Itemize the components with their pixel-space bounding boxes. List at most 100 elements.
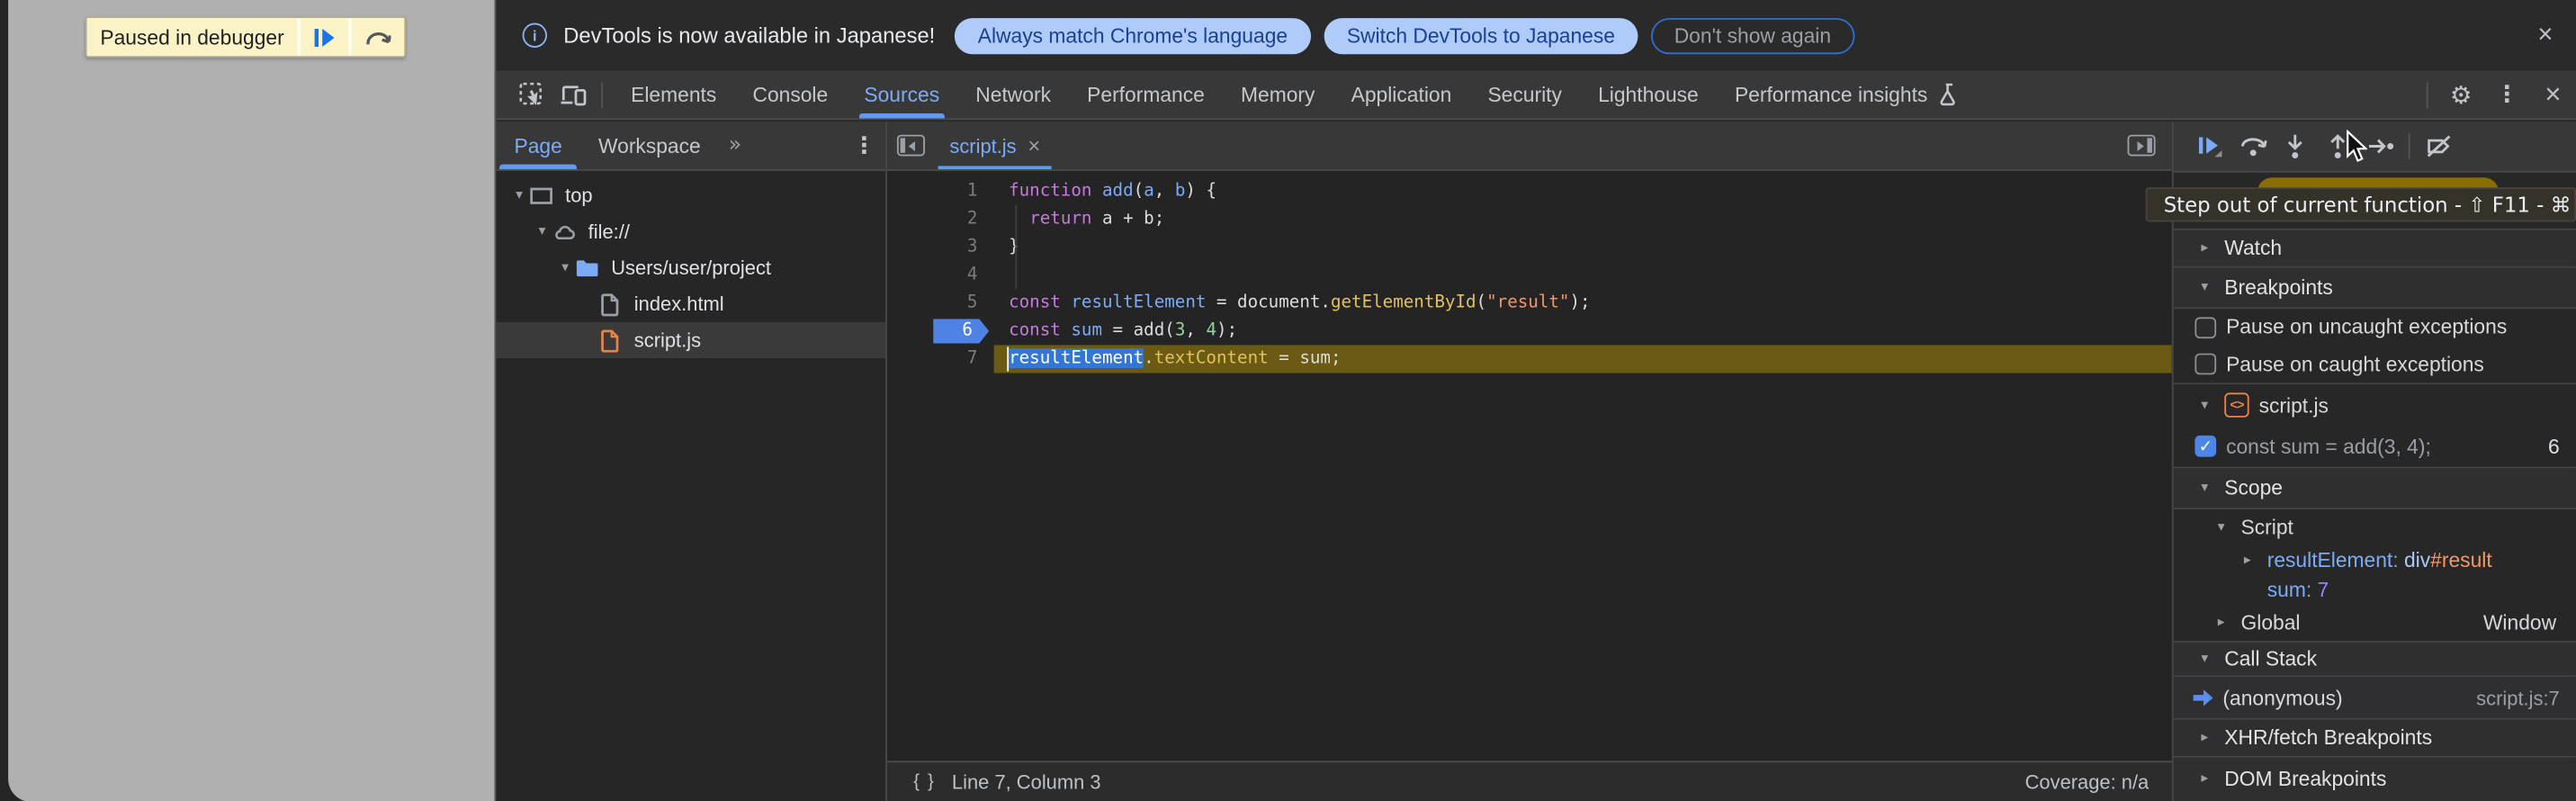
- match-language-button[interactable]: Always match Chrome's language: [955, 17, 1310, 53]
- code-line[interactable]: const sum = add(3, 4);: [994, 317, 2172, 345]
- breakpoint-badge[interactable]: 6: [933, 319, 989, 343]
- more-options-button[interactable]: ⋮: [2484, 71, 2530, 119]
- code-token: .: [1144, 348, 1154, 368]
- step-into-button[interactable]: [2274, 126, 2316, 166]
- more-tabs-icon[interactable]: »: [719, 133, 751, 158]
- tab-label: Performance insights: [1735, 83, 1927, 106]
- code-line[interactable]: [994, 261, 2172, 289]
- deactivate-breakpoints-button[interactable]: [2417, 126, 2459, 166]
- section-dom-breakpoints[interactable]: ▸ DOM Breakpoints: [2174, 757, 2576, 801]
- execution-line[interactable]: resultElement.textContent = sum;: [994, 345, 2172, 373]
- editor-tabstrip: script.js ×: [887, 122, 2172, 171]
- tab-workspace[interactable]: Workspace: [580, 122, 719, 169]
- scope-global-row[interactable]: ▸ Global Window: [2174, 604, 2576, 642]
- pause-uncaught-row[interactable]: Pause on uncaught exceptions: [2174, 309, 2576, 346]
- chevron-down-icon: ▾: [2195, 279, 2214, 295]
- code-token: const: [1009, 292, 1061, 312]
- frame-location: script.js:7: [2476, 687, 2560, 710]
- dont-show-again-button[interactable]: Don't show again: [1651, 17, 1854, 53]
- code-area[interactable]: 1234567 function add(a, b) { return a + …: [887, 173, 2172, 760]
- line-number[interactable]: 1: [887, 177, 994, 205]
- pause-caught-row[interactable]: Pause on caught exceptions: [2174, 346, 2576, 382]
- tab-sources[interactable]: Sources: [846, 71, 957, 119]
- tab-elements[interactable]: Elements: [613, 71, 734, 119]
- chevron-down-icon[interactable]: ▾: [533, 223, 552, 239]
- tab-application[interactable]: Application: [1333, 71, 1470, 119]
- call-stack-frame[interactable]: (anonymous) script.js:7: [2174, 678, 2576, 720]
- pause-uncaught-checkbox[interactable]: [2195, 317, 2216, 338]
- switch-japanese-button[interactable]: Switch DevTools to Japanese: [1324, 17, 1638, 53]
- scope-var-resultelement[interactable]: ▸ resultElement: div#result: [2174, 544, 2576, 574]
- tree-item-label: top: [565, 184, 592, 207]
- tab-performance[interactable]: Performance: [1069, 71, 1223, 119]
- infobar-close-icon[interactable]: ×: [2537, 22, 2553, 49]
- code-token: [1061, 292, 1072, 312]
- tree-item-top[interactable]: ▾ top: [496, 177, 885, 213]
- chevron-right-icon: ▸: [2195, 730, 2214, 746]
- editor-tab-scriptjs[interactable]: script.js ×: [935, 122, 1055, 169]
- tab-security[interactable]: Security: [1469, 71, 1580, 119]
- text-caret: [1007, 346, 1009, 371]
- device-toolbar-icon: [561, 83, 587, 106]
- exception-options: Pause on uncaught exceptions Pause on ca…: [2174, 309, 2576, 384]
- scope-var-sum[interactable]: sum: 7: [2174, 574, 2576, 604]
- code-lines[interactable]: function add(a, b) { return a + b;} const…: [994, 177, 2172, 373]
- tree-item-script-js[interactable]: script.js: [496, 322, 885, 358]
- tab-page[interactable]: Page: [496, 122, 579, 169]
- step-over-button[interactable]: [2231, 126, 2274, 166]
- indent-guide: [1015, 205, 1017, 233]
- resume-script-button[interactable]: [301, 18, 348, 56]
- resume-button[interactable]: [2188, 126, 2230, 166]
- close-devtools-button[interactable]: ×: [2530, 71, 2576, 119]
- collapse-sidebar-icon[interactable]: [897, 135, 925, 157]
- breakpoint-entry-row[interactable]: ✓ const sum = add(3, 4); 6: [2174, 427, 2576, 466]
- chevron-down-icon[interactable]: ▾: [509, 187, 529, 203]
- code-token: function: [1009, 181, 1091, 201]
- line-number[interactable]: 5: [887, 289, 994, 317]
- close-tab-icon[interactable]: ×: [1028, 133, 1040, 158]
- section-xhr-breakpoints[interactable]: ▸ XHR/fetch Breakpoints: [2174, 720, 2576, 758]
- navigator-more-options-button[interactable]: ⋮: [843, 122, 885, 169]
- chevron-right-icon: ▸: [2212, 614, 2231, 630]
- breakpoint-list: ▾ <> script.js ✓ const sum = add(3, 4); …: [2174, 384, 2576, 468]
- tab-lighthouse[interactable]: Lighthouse: [1580, 71, 1717, 119]
- code-line[interactable]: const resultElement = document.getElemen…: [994, 289, 2172, 317]
- scope-script-row[interactable]: ▾ Script: [2174, 508, 2576, 544]
- breakpoint-checkbox[interactable]: ✓: [2195, 436, 2216, 457]
- tab-performance-insights[interactable]: Performance insights: [1717, 71, 1980, 119]
- inspect-element-button[interactable]: [509, 71, 552, 119]
- tree-item-users-user-project[interactable]: ▾Users/user/project: [496, 250, 885, 286]
- tree-item-label: index.html: [634, 292, 724, 316]
- deactivate-breakpoints-icon: [2424, 133, 2452, 159]
- expand-debugger-sidebar-icon[interactable]: [2128, 135, 2156, 157]
- pretty-print-icon[interactable]: { }: [913, 771, 935, 791]
- kebab-menu-icon: ⋮: [853, 132, 876, 158]
- chevron-down-icon[interactable]: ▾: [555, 259, 575, 275]
- inspect-cursor-icon: [518, 82, 543, 106]
- line-number[interactable]: 2: [887, 205, 994, 233]
- line-number[interactable]: 4: [887, 261, 994, 289]
- breakpoint-line-number[interactable]: 6: [887, 317, 994, 345]
- section-breakpoints[interactable]: ▾ Breakpoints: [2174, 268, 2576, 309]
- tab-memory[interactable]: Memory: [1223, 71, 1333, 119]
- tab-console[interactable]: Console: [734, 71, 846, 119]
- settings-button[interactable]: ⚙: [2438, 71, 2484, 119]
- step-over-banner-button[interactable]: [352, 18, 404, 56]
- tab-network[interactable]: Network: [957, 71, 1069, 119]
- section-call-stack[interactable]: ▾ Call Stack: [2174, 642, 2576, 678]
- line-number-gutter[interactable]: 1234567: [887, 177, 994, 373]
- gear-icon: ⚙: [2450, 80, 2473, 110]
- tree-item-file-[interactable]: ▾file://: [496, 213, 885, 249]
- line-number[interactable]: 7: [887, 345, 994, 373]
- section-scope[interactable]: ▾ Scope: [2174, 468, 2576, 508]
- line-number[interactable]: 3: [887, 233, 994, 261]
- code-token: add: [1102, 181, 1134, 201]
- tree-item-index-html[interactable]: index.html: [496, 286, 885, 322]
- code-line[interactable]: return a + b;: [994, 205, 2172, 233]
- toggle-device-toolbar-button[interactable]: [552, 71, 594, 119]
- section-watch[interactable]: ▸ Watch: [2174, 229, 2576, 267]
- pause-caught-checkbox[interactable]: [2195, 354, 2216, 375]
- code-line[interactable]: }: [994, 233, 2172, 261]
- breakpoint-file-group[interactable]: ▾ <> script.js: [2174, 384, 2576, 427]
- code-line[interactable]: function add(a, b) {: [994, 177, 2172, 205]
